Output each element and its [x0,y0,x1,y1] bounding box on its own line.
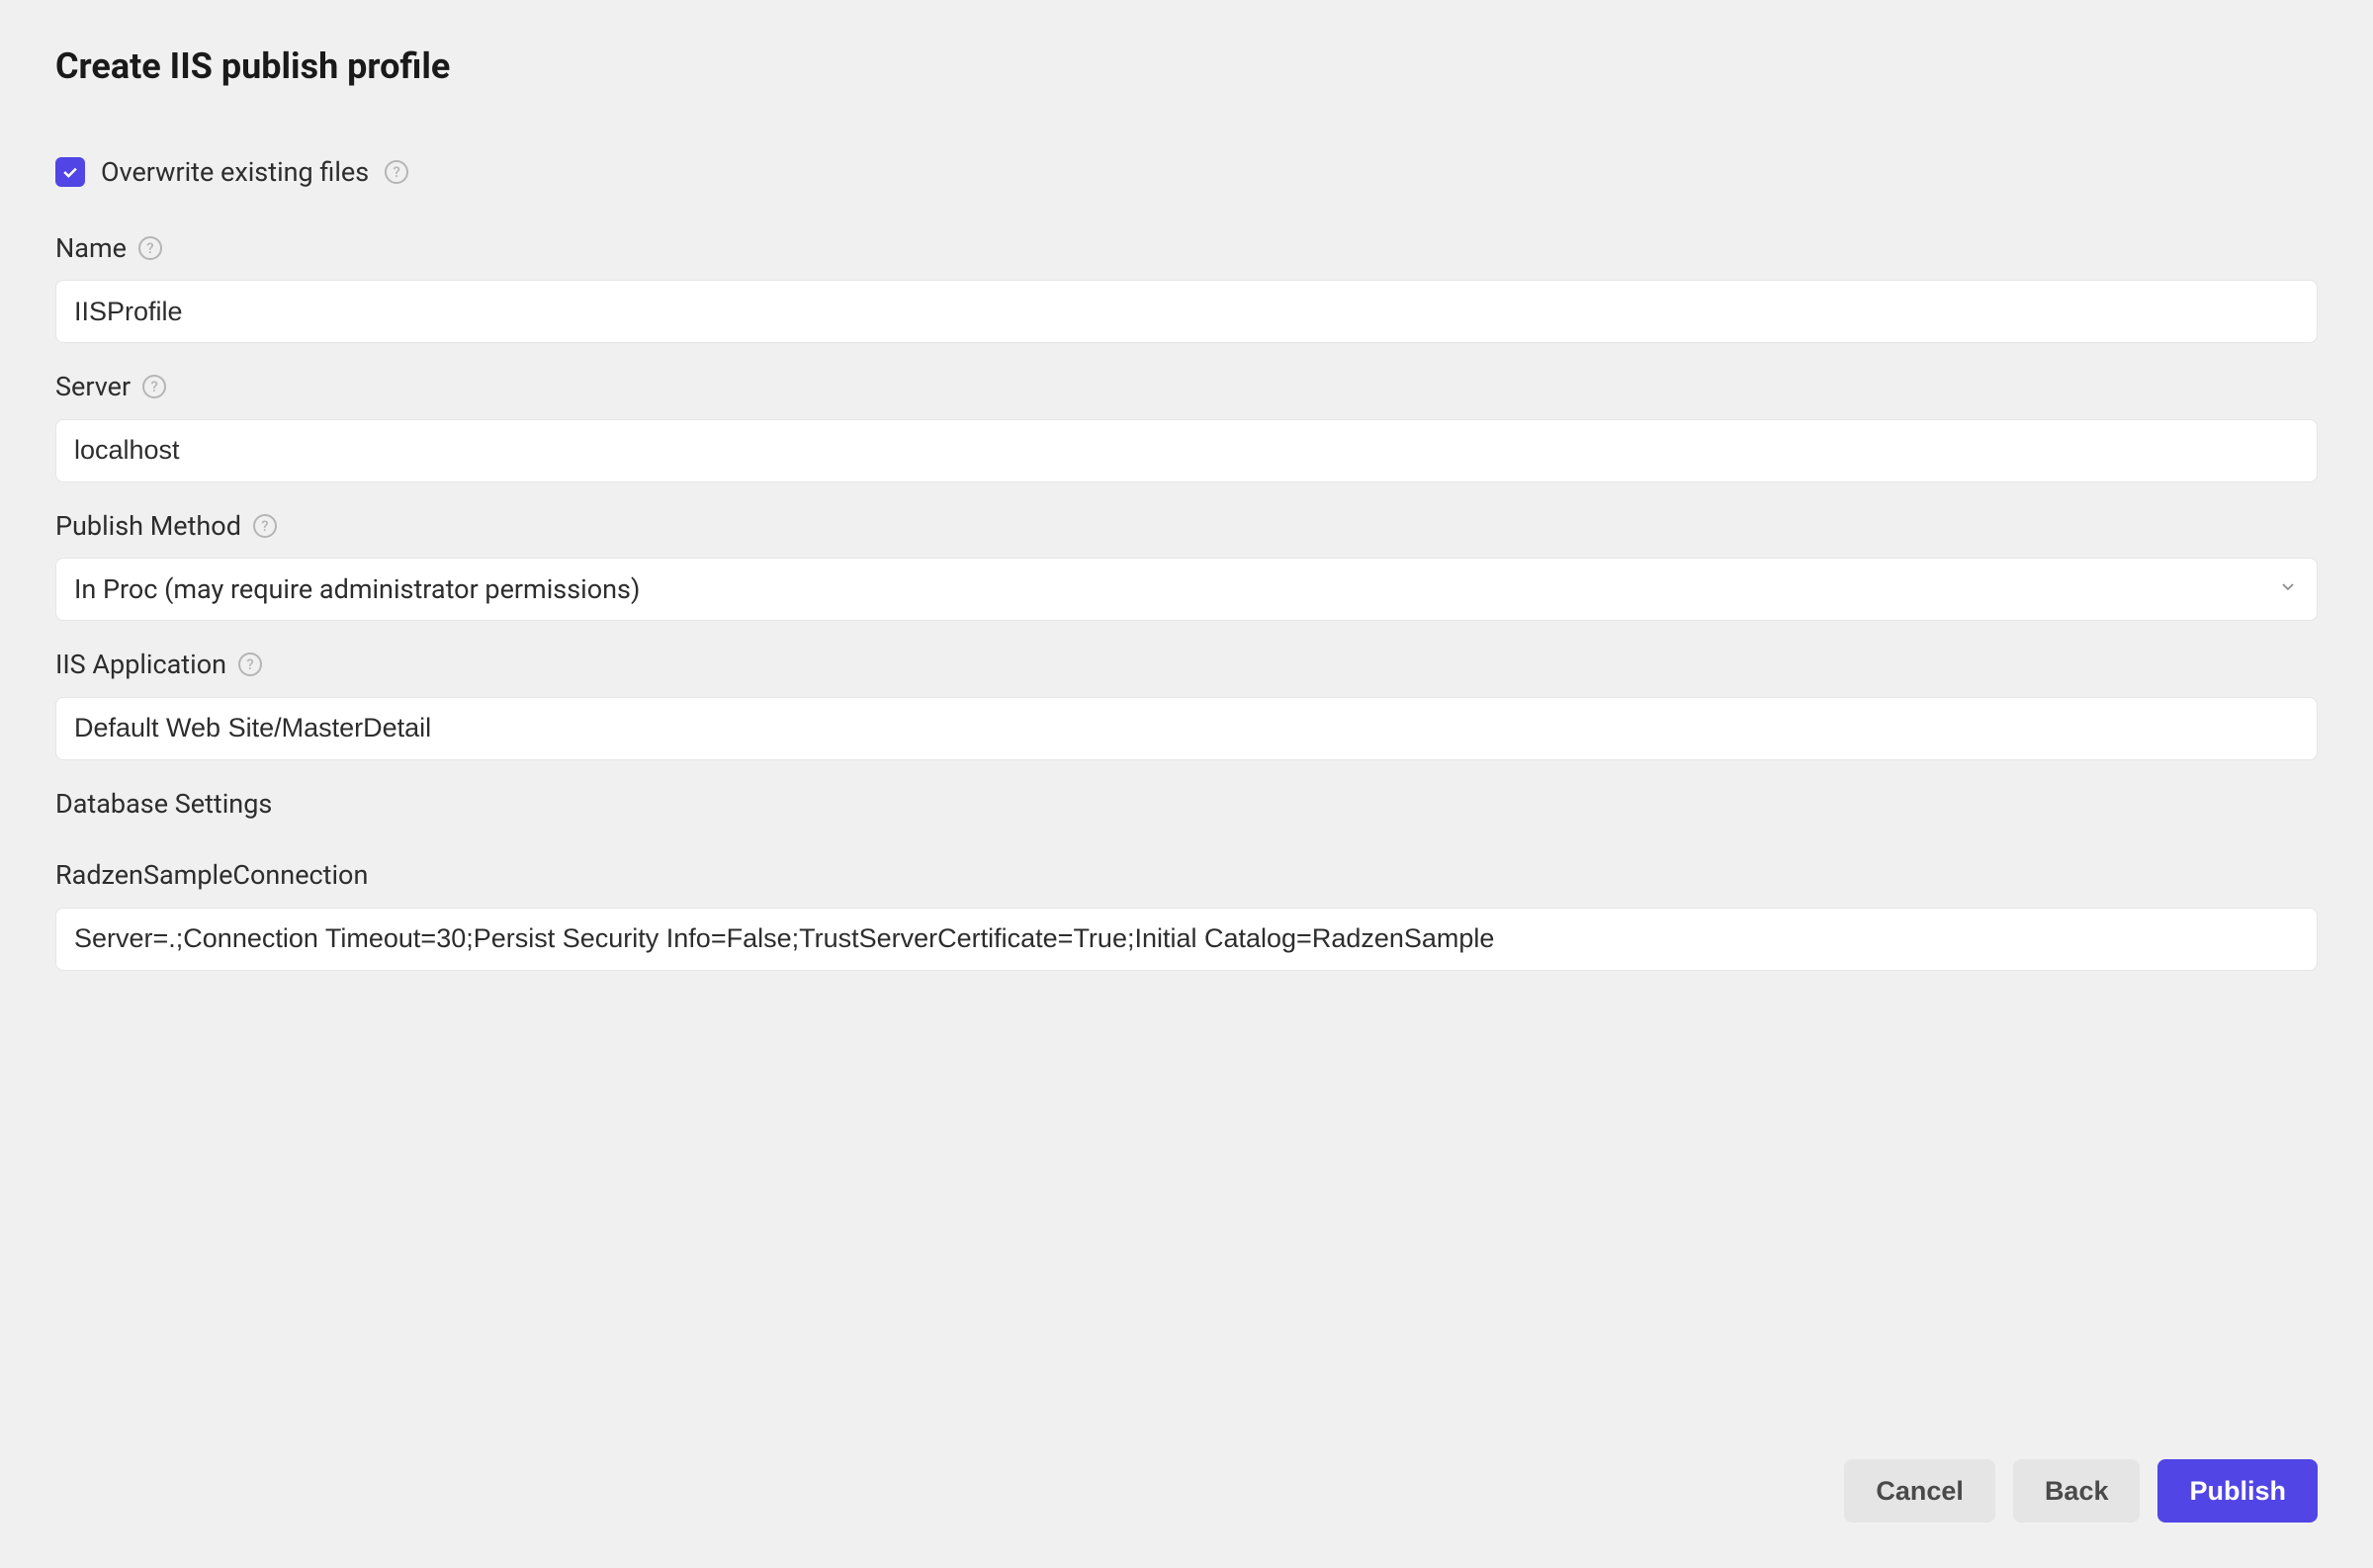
help-icon[interactable]: ? [253,514,277,538]
publish-method-select-wrapper: In Proc (may require administrator permi… [55,558,2318,621]
checkmark-icon [60,162,80,182]
dialog-title: Create IIS publish profile [55,40,2318,93]
dialog-button-row: Cancel Back Publish [1844,1459,2318,1523]
publish-method-field-group: Publish Method ? In Proc (may require ad… [55,506,2318,622]
publish-button[interactable]: Publish [2157,1459,2318,1523]
overwrite-files-label: Overwrite existing files [101,152,369,193]
back-button[interactable]: Back [2013,1459,2141,1523]
name-field-group: Name ? [55,228,2318,344]
server-label: Server [55,367,131,407]
create-iis-profile-dialog: Create IIS publish profile Overwrite exi… [0,0,2373,1568]
iis-application-field-group: IIS Application ? [55,645,2318,760]
help-icon[interactable]: ? [385,160,408,184]
publish-method-label-row: Publish Method ? [55,506,2318,547]
overwrite-files-row: Overwrite existing files ? [55,152,2318,193]
server-field-group: Server ? [55,367,2318,482]
help-icon[interactable]: ? [142,375,166,398]
help-icon[interactable]: ? [238,653,262,676]
cancel-button[interactable]: Cancel [1844,1459,1995,1523]
overwrite-files-checkbox[interactable] [55,157,85,187]
name-input[interactable] [55,280,2318,343]
server-label-row: Server ? [55,367,2318,407]
name-label: Name [55,228,127,269]
iis-application-input[interactable] [55,697,2318,760]
database-settings-label: Database Settings [55,784,2318,825]
iis-application-label-row: IIS Application ? [55,645,2318,685]
connection-name-label: RadzenSampleConnection [55,855,2318,896]
publish-method-label: Publish Method [55,506,241,547]
connection-string-input[interactable] [55,908,2318,971]
server-input[interactable] [55,419,2318,482]
help-icon[interactable]: ? [138,236,162,260]
iis-application-label: IIS Application [55,645,226,685]
name-label-row: Name ? [55,228,2318,269]
publish-method-select[interactable]: In Proc (may require administrator permi… [55,558,2318,621]
connection-field-group: RadzenSampleConnection [55,855,2318,971]
